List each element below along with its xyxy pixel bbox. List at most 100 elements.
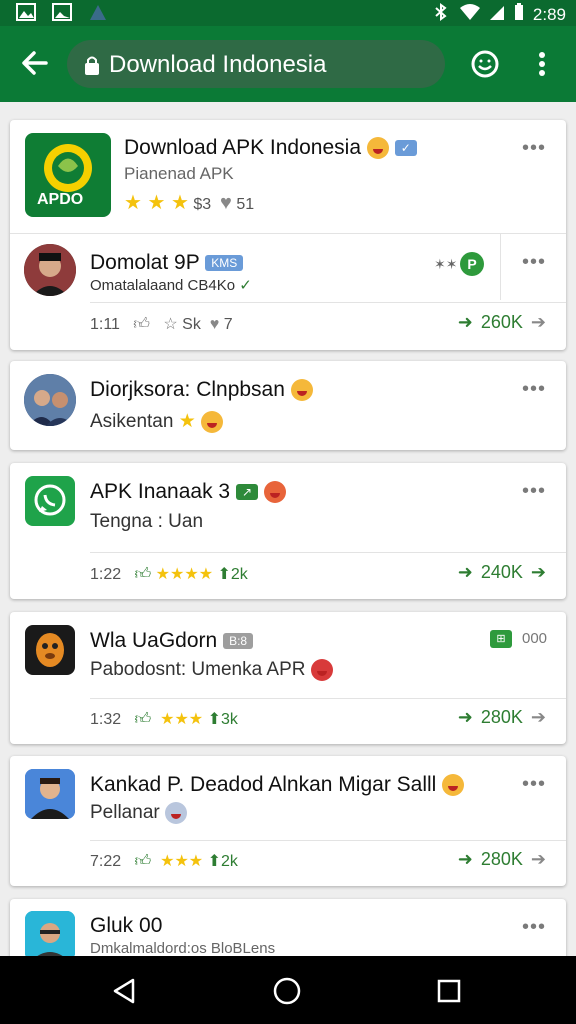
navigation-bar <box>0 956 576 1024</box>
trend-up-icon: ➜ <box>457 849 473 869</box>
thumbs-up-icon[interactable]: 👍︎ <box>133 316 150 333</box>
install-icon[interactable]: ⊞ <box>490 630 512 648</box>
avatar <box>24 374 76 426</box>
post-subtitle-text: Omatalalaand CB4Ko <box>90 277 236 294</box>
more-options-button[interactable]: ••• <box>522 138 548 158</box>
app-badge: B:8 <box>223 633 254 650</box>
emoji-icon <box>442 774 465 797</box>
verified-badge-icon: ✓ <box>394 140 417 157</box>
trend-icon: ⬆ <box>207 711 221 728</box>
more-options-button[interactable]: ••• <box>522 252 548 272</box>
more-label[interactable]: 000 <box>522 630 547 647</box>
app-card[interactable]: Wla UaGdorn B:8 Pabodosnt: Umenka APR ⊞ … <box>10 612 566 744</box>
more-options-button[interactable]: ••• <box>522 379 548 399</box>
app-title: Wla UaGdorn B:8 <box>90 629 254 653</box>
divider <box>90 552 566 553</box>
app-subtitle: Pellanar <box>90 802 187 824</box>
arrow-back-icon <box>22 51 48 75</box>
recents-nav-button[interactable] <box>431 973 467 1009</box>
arrow-right-icon: ➔ <box>530 562 546 582</box>
smiley-icon <box>471 50 499 78</box>
more-options-button[interactable]: ••• <box>522 774 548 794</box>
reaction-count: 2k <box>221 853 238 870</box>
app-subtitle-text: Pellanar <box>90 802 160 824</box>
divider <box>90 698 566 699</box>
share-icon[interactable]: ✶✶ <box>434 256 457 273</box>
app-icon-text: APDO <box>37 191 84 208</box>
arrow-right-icon: ➔ <box>530 849 546 869</box>
clock-time: 2:89 <box>532 4 566 24</box>
post-subtitle: Omatalalaand CB4Ko ✓ <box>90 276 252 294</box>
photo-icon <box>52 3 72 21</box>
app-title: Diorjksora: Clnpbsan <box>90 378 313 402</box>
back-nav-button[interactable] <box>106 973 142 1009</box>
download-count[interactable]: ➜ 280K ➔ <box>458 849 546 870</box>
trend-up-icon: ➜ <box>457 562 473 582</box>
app-badge-icon: ↗ <box>235 484 259 501</box>
app-card[interactable]: APDO Download APK Indonesia ✓ Pianenad A… <box>10 120 566 350</box>
post-badge: KMS <box>205 255 244 272</box>
app-title: Download APK Indonesia ✓ <box>124 136 417 160</box>
app-subtitle: Tengna : Uan <box>90 511 204 532</box>
overflow-menu-button[interactable] <box>523 45 561 83</box>
triangle-back-icon <box>113 978 135 1004</box>
thumbs-up-icon[interactable]: 👍︎ <box>134 566 151 583</box>
rating-value: $3 <box>193 196 212 213</box>
avatar <box>24 244 76 296</box>
emoji-icon <box>290 379 313 402</box>
post-views: Sk <box>182 316 201 333</box>
circle-home-icon <box>273 977 301 1005</box>
thumbs-up-icon[interactable]: 👍︎ <box>134 853 151 870</box>
app-title-text: Download APK Indonesia <box>124 136 361 159</box>
app-subtitle: Asikentan ★ <box>90 410 224 433</box>
search-bar[interactable]: Download Indonesia <box>67 40 445 88</box>
wifi-icon <box>459 3 481 26</box>
app-notification-icon <box>88 3 108 21</box>
arrow-right-icon: ➔ <box>530 707 546 727</box>
download-count[interactable]: ➜ 260K ➔ <box>458 312 546 333</box>
play-store-icon[interactable]: P <box>460 252 484 276</box>
arrow-right-icon: ➔ <box>530 312 546 332</box>
more-options-button[interactable]: ••• <box>522 917 548 937</box>
app-title-text: Kankad P. Deadod Alnkan Migar Salll <box>90 773 437 796</box>
post-time: 1:11 <box>90 316 120 333</box>
avatar <box>25 911 75 961</box>
vertical-divider <box>500 234 501 300</box>
more-options-button[interactable]: ••• <box>522 481 548 501</box>
divider <box>90 302 566 303</box>
home-nav-button[interactable] <box>269 973 305 1009</box>
app-icon: APDO <box>25 133 111 217</box>
reaction-count: 3k <box>221 711 238 728</box>
lock-icon <box>83 54 101 76</box>
app-card[interactable]: APK Inanaak 3 ↗ Tengna : Uan ••• 1:22 👍︎… <box>10 463 566 599</box>
app-subtitle: Pianenad APK <box>124 164 234 183</box>
thumbs-up-icon[interactable]: 👍︎ <box>134 711 151 728</box>
back-button[interactable] <box>18 46 52 80</box>
download-count[interactable]: ➜ 240K ➔ <box>458 562 546 583</box>
post-time: 1:22 <box>90 566 122 583</box>
star-icon: ★ <box>178 411 196 432</box>
star-outline-icon[interactable]: ☆ <box>163 316 177 333</box>
download-count[interactable]: ➜ 280K ➔ <box>458 707 546 728</box>
download-value: 240K <box>480 562 523 582</box>
emoji-button[interactable] <box>466 45 504 83</box>
app-subtitle-text: Pabodosnt: Umenka APR <box>90 659 306 681</box>
avatar <box>25 769 75 819</box>
app-card[interactable]: Diorjksora: Clnpbsan Asikentan ★ ••• <box>10 361 566 450</box>
star-icon: ★★★ <box>160 711 204 728</box>
app-stats: 1:32 👍︎ ★★★ ⬆3k <box>90 709 238 729</box>
app-subtitle: Dmkalmaldord:os BloBLens <box>90 940 276 957</box>
square-recents-icon <box>437 979 461 1003</box>
emoji-icon <box>263 481 286 504</box>
post-likes: 7 <box>223 316 233 333</box>
heart-icon[interactable]: ♥ <box>210 316 220 333</box>
post-time: 1:32 <box>90 711 122 728</box>
emoji-icon <box>201 410 224 433</box>
app-subtitle: Pabodosnt: Umenka APR <box>90 659 333 681</box>
divider <box>10 233 566 234</box>
trend-icon: ⬆ <box>207 853 221 870</box>
download-value: 260K <box>480 312 523 332</box>
more-vert-icon <box>539 52 545 76</box>
app-stats: 1:22 👍︎ ★★★★ ⬆2k <box>90 564 248 584</box>
app-card[interactable]: Kankad P. Deadod Alnkan Migar Salll Pell… <box>10 756 566 886</box>
